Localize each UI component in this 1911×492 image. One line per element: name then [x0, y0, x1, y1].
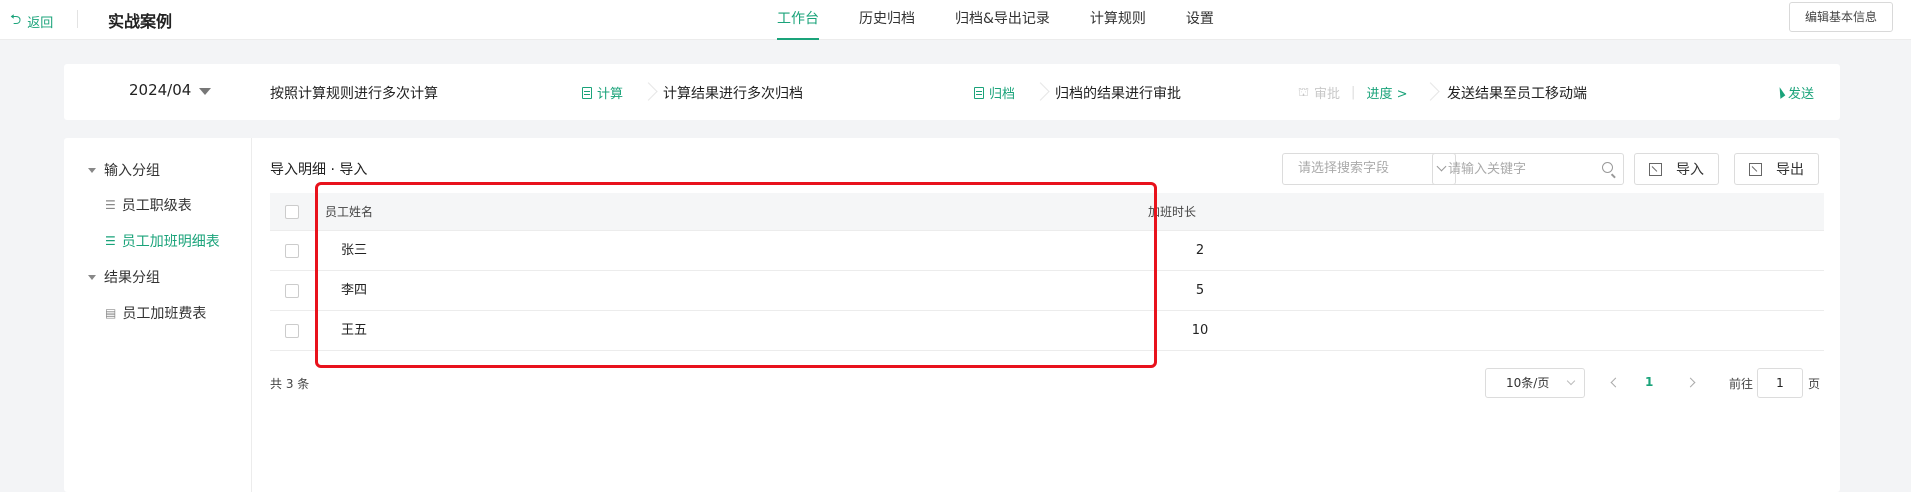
search-field-placeholder: 请选择搜索字段 [1298, 161, 1390, 176]
back-label: 返回 [27, 15, 54, 31]
tab-workbench[interactable]: 工作台 [777, 0, 819, 40]
edit-basic-info-button[interactable]: 编辑基本信息 [1788, 2, 1893, 32]
import-button[interactable]: 导入 [1634, 153, 1719, 185]
page-size-select[interactable]: 10条/页 [1485, 368, 1585, 398]
sidebar-item-overtime-fee[interactable]: ▤ 员工加班费表 [105, 303, 206, 323]
select-all-checkbox[interactable] [285, 205, 299, 219]
separator: | [1351, 85, 1356, 100]
month-value: 2024/04 [129, 81, 192, 99]
import-label: 导入 [1676, 162, 1704, 178]
search-input[interactable] [1433, 154, 1583, 184]
approve-label: 审批 [1314, 87, 1341, 102]
step-chevron [1424, 78, 1438, 106]
return-icon: ⮌ [10, 12, 22, 28]
caret-down-icon [88, 274, 96, 280]
main-panel: 输入分组 ☰ 员工职级表 ☰ 员工加班明细表 结果分组 ▤ 员工加班费表 导入明… [64, 138, 1840, 492]
send-button[interactable]: 发送 [1774, 83, 1815, 102]
import-icon [1649, 162, 1662, 176]
approve-button[interactable]: ⛫ 审批 | 进度 > [1298, 83, 1407, 103]
step3-text: 归档的结果进行审批 [1055, 86, 1181, 102]
calculate-label: 计算 [597, 87, 624, 102]
cell-name: 李四 [341, 283, 368, 298]
next-page-icon[interactable] [1685, 377, 1696, 388]
goto-suffix: 页 [1808, 377, 1821, 391]
step1-text: 按照计算规则进行多次计算 [270, 86, 438, 102]
send-icon [1774, 86, 1786, 99]
stamp-icon: ⛫ [1298, 84, 1310, 99]
top-bar: ⮌ 返回 实战案例 工作台 历史归档 归档&导出记录 计算规则 设置 编辑基本信… [0, 0, 1911, 40]
list-icon: ☰ [105, 198, 116, 212]
table-row: 李四 5 [270, 271, 1824, 311]
back-link[interactable]: ⮌ 返回 [10, 9, 53, 33]
list-icon: ☰ [105, 234, 116, 248]
sidebar-item-label: 员工加班费表 [122, 306, 207, 322]
group-label: 输入分组 [104, 163, 160, 179]
archive-icon [974, 86, 984, 99]
sidebar-item-label: 员工职级表 [121, 198, 192, 214]
progress-link[interactable]: 进度 > [1366, 83, 1407, 102]
table-row: 王五 10 [270, 311, 1824, 351]
goto-label: 前往 [1729, 377, 1754, 391]
group-input[interactable]: 输入分组 [88, 160, 160, 180]
sidebar-item-overtime-detail[interactable]: ☰ 员工加班明细表 [105, 231, 220, 251]
chevron-down-icon [1566, 376, 1576, 386]
page-number-current[interactable]: 1 [1645, 375, 1653, 389]
column-header-name[interactable]: 员工姓名 [325, 193, 373, 231]
sidebar: 输入分组 ☰ 员工职级表 ☰ 员工加班明细表 结果分组 ▤ 员工加班费表 [64, 138, 252, 492]
goto-page-input[interactable]: 1 [1757, 368, 1803, 398]
content-title: 导入明细 · 导入 [270, 162, 368, 178]
step-bar: 2024/04 按照计算规则进行多次计算 计算 计算结果进行多次归档 归档 归档… [64, 64, 1840, 120]
cell-name: 张三 [341, 243, 368, 258]
table-row: 张三 2 [270, 231, 1824, 271]
row-checkbox[interactable] [285, 284, 299, 298]
calculate-button[interactable]: 计算 [582, 83, 623, 102]
cell-hours: 2 [1195, 243, 1205, 258]
row-checkbox[interactable] [285, 324, 299, 338]
sidebar-item-label: 员工加班明细表 [121, 234, 220, 250]
document-icon: ▤ [105, 306, 117, 320]
sidebar-item-employee-grade[interactable]: ☰ 员工职级表 [105, 195, 192, 215]
cell-hours: 5 [1195, 283, 1205, 298]
tab-history-archive[interactable]: 历史归档 [859, 0, 915, 40]
table-header: 员工姓名 加班时长 [270, 193, 1824, 231]
export-icon [1749, 162, 1762, 176]
archive-label: 归档 [989, 87, 1016, 102]
caret-down-icon [88, 167, 96, 173]
step2-text: 计算结果进行多次归档 [663, 86, 803, 102]
caret-down-icon [199, 87, 212, 95]
search-icon[interactable] [1602, 162, 1613, 173]
page-size-value: 10条/页 [1506, 376, 1550, 390]
step-chevron [642, 78, 656, 106]
tab-calc-rules[interactable]: 计算规则 [1090, 0, 1146, 40]
step4-text: 发送结果至员工移动端 [1447, 86, 1587, 102]
calculator-icon [582, 86, 592, 99]
main-tabs: 工作台 历史归档 归档&导出记录 计算规则 设置 [777, 0, 1254, 40]
export-button[interactable]: 导出 [1734, 153, 1819, 185]
page-title: 实战案例 [108, 12, 173, 31]
total-count: 共 3 条 [270, 377, 310, 391]
tab-archive-export-records[interactable]: 归档&导出记录 [955, 0, 1050, 40]
group-result[interactable]: 结果分组 [88, 267, 160, 287]
send-label: 发送 [1788, 87, 1815, 102]
column-header-hours[interactable]: 加班时长 [1122, 193, 1222, 231]
month-selector[interactable]: 2024/04 [129, 81, 212, 99]
group-label: 结果分组 [104, 270, 160, 286]
prev-page-icon[interactable] [1610, 377, 1621, 388]
data-table: 员工姓名 加班时长 张三 2 李四 5 王五 10 [270, 193, 1824, 351]
step-chevron [1034, 78, 1048, 106]
cell-hours: 10 [1191, 323, 1209, 338]
row-checkbox[interactable] [285, 244, 299, 258]
export-label: 导出 [1776, 162, 1804, 178]
archive-button[interactable]: 归档 [974, 83, 1015, 102]
search-field-select[interactable]: 请选择搜索字段 [1282, 153, 1456, 185]
cell-name: 王五 [341, 323, 368, 338]
keyword-search[interactable] [1432, 153, 1624, 185]
divider [77, 10, 78, 28]
tab-settings[interactable]: 设置 [1186, 0, 1214, 40]
